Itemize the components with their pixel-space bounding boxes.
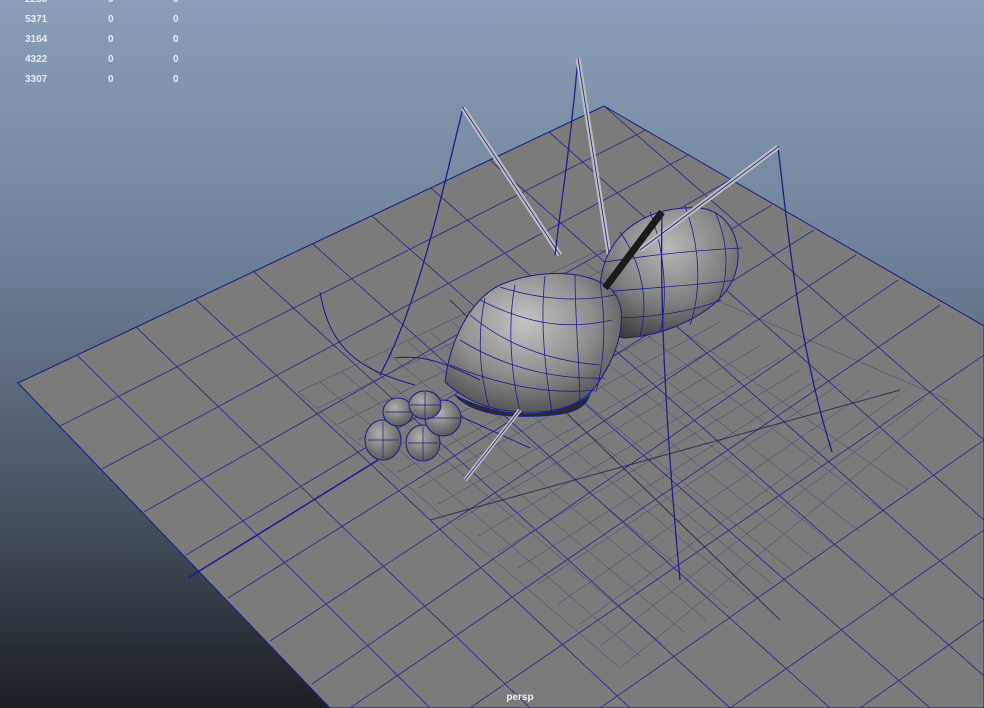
hud-value: 0 <box>173 14 179 25</box>
hud-value: 0 <box>108 34 114 45</box>
hud-value: 0 <box>173 34 179 45</box>
hud-value: 5371 <box>25 14 48 25</box>
hud-value: 0 <box>108 14 114 25</box>
hud-value: 3164 <box>25 34 48 45</box>
hud-value: 0 <box>173 0 179 10</box>
hud-value: 2253 <box>25 0 47 10</box>
viewport-scene[interactable] <box>0 0 984 708</box>
hud-value: 0 <box>173 74 179 85</box>
hud-value: 4322 <box>25 54 48 65</box>
hud-value: 0 <box>108 54 114 65</box>
3d-viewport-persp[interactable]: 2253 0 0 5371 0 0 3164 0 0 4322 0 0 3307… <box>0 0 984 708</box>
hud-value: 0 <box>108 74 114 85</box>
hud-value: 0 <box>108 0 114 10</box>
camera-name-label: persp <box>506 692 534 703</box>
hud-value: 0 <box>173 54 179 65</box>
hud-value: 3307 <box>25 74 48 85</box>
